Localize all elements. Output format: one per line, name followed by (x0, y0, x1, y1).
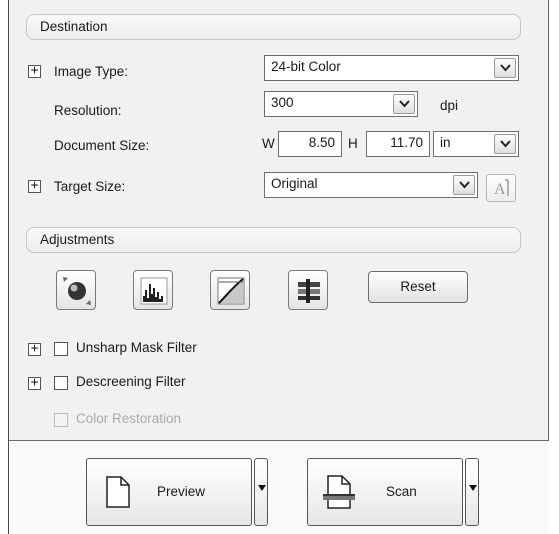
width-label: W (262, 136, 275, 151)
unsharp-mask-checkbox[interactable] (54, 342, 68, 356)
reset-label: Reset (400, 279, 436, 294)
resolution-select[interactable]: 300 (264, 91, 418, 117)
reset-button[interactable]: Reset (368, 271, 468, 303)
destination-section-header: Destination (26, 14, 521, 40)
descreening-expand-icon[interactable]: + (28, 376, 41, 390)
caret-down-icon (469, 485, 477, 491)
scanner-icon (323, 475, 355, 509)
text-orientation-icon: A (494, 179, 509, 198)
height-label: H (348, 136, 358, 151)
caret-down-icon (258, 485, 266, 491)
panel-divider (9, 440, 549, 441)
tone-curve-button[interactable] (210, 270, 250, 310)
height-input[interactable]: 11.70 (366, 131, 430, 157)
target-size-select[interactable]: Original (264, 172, 478, 198)
histogram-icon (140, 277, 168, 305)
preview-label: Preview (157, 484, 206, 499)
chevron-down-icon[interactable] (494, 58, 516, 78)
preview-options-button[interactable] (254, 458, 268, 526)
color-restoration-label: Color Restoration (76, 411, 182, 426)
width-value: 8.50 (308, 135, 335, 150)
auto-exposure-button[interactable] (56, 270, 96, 310)
chevron-down-icon[interactable] (453, 175, 475, 195)
descreening-label: Descreening Filter (76, 374, 186, 389)
image-type-select[interactable]: 24-bit Color (264, 55, 519, 81)
svg-text:A: A (494, 181, 506, 198)
tone-curve-icon (217, 277, 245, 305)
color-palette-icon (298, 279, 320, 303)
color-palette-button[interactable] (288, 270, 328, 310)
resolution-value: 300 (271, 95, 294, 110)
scan-options-button[interactable] (465, 458, 479, 526)
image-type-expand-icon[interactable]: + (28, 64, 41, 78)
panel-right-border (548, 0, 549, 440)
auto-exposure-icon (63, 277, 91, 305)
chevron-down-icon[interactable] (393, 94, 415, 114)
document-icon (106, 476, 130, 508)
adjustments-section-header: Adjustments (26, 227, 521, 253)
width-input[interactable]: 8.50 (278, 131, 342, 157)
image-type-label: Image Type: (54, 64, 129, 79)
descreening-checkbox[interactable] (54, 376, 68, 390)
unit-value: in (440, 135, 451, 150)
height-value: 11.70 (390, 135, 423, 150)
chevron-down-icon[interactable] (494, 134, 516, 154)
histogram-button[interactable] (133, 270, 173, 310)
unit-select[interactable]: in (433, 131, 519, 157)
adjustments-section-title: Adjustments (40, 232, 115, 247)
unsharp-mask-label: Unsharp Mask Filter (76, 340, 197, 355)
document-size-label: Document Size: (54, 138, 150, 153)
target-size-value: Original (271, 176, 318, 191)
resolution-unit: dpi (440, 98, 459, 113)
destination-section-title: Destination (40, 19, 108, 34)
orientation-button[interactable]: A (486, 174, 516, 202)
target-size-label: Target Size: (54, 179, 126, 194)
resolution-label: Resolution: (54, 103, 122, 118)
image-type-value: 24-bit Color (271, 59, 341, 74)
window-left-border (8, 0, 9, 534)
preview-button[interactable]: Preview (86, 458, 252, 526)
unsharp-mask-expand-icon[interactable]: + (28, 342, 41, 356)
scan-label: Scan (386, 484, 417, 499)
color-restoration-checkbox[interactable] (54, 413, 68, 427)
target-size-expand-icon[interactable]: + (28, 179, 41, 193)
scan-button[interactable]: Scan (307, 458, 463, 526)
